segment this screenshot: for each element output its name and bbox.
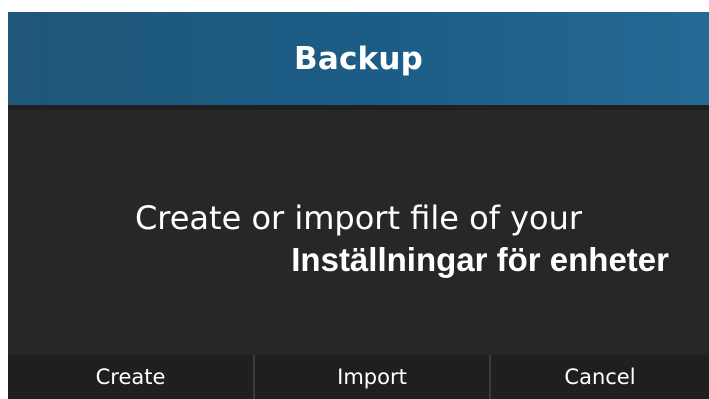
create-button[interactable]: Create — [8, 355, 253, 399]
dialog-title: Backup — [294, 40, 423, 77]
message-line-2: Inställningar för enheter — [291, 241, 669, 278]
backup-dialog: Backup Create or import file of your Ins… — [8, 12, 709, 399]
dialog-message: Create or import file of your Inställnin… — [8, 110, 709, 355]
button-bar: Create Import Cancel — [8, 355, 709, 399]
dialog-header: Backup — [8, 12, 709, 105]
import-button[interactable]: Import — [253, 355, 489, 399]
cancel-button[interactable]: Cancel — [489, 355, 709, 399]
message-line-1: Create or import file of your — [134, 199, 583, 237]
